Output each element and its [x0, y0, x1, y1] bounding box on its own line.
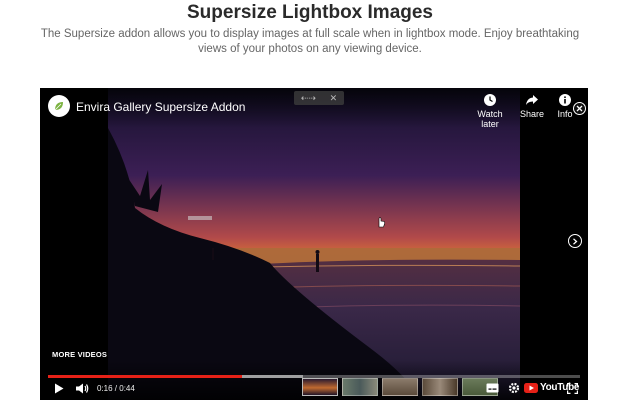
video-player[interactable]: Envira Gallery Supersize Addon ⇠⇢ ✕ Watc…	[40, 88, 588, 400]
nav-arrows-icon[interactable]: ⇠⇢	[301, 93, 316, 104]
fullscreen-icon[interactable]	[567, 383, 578, 394]
thumbnail-item[interactable]	[302, 378, 338, 396]
leaf-icon	[54, 102, 63, 111]
thumbnail-item[interactable]	[422, 378, 458, 396]
thumbnail-item[interactable]	[342, 378, 378, 396]
lightbox-nav[interactable]: ⇠⇢ ✕	[294, 91, 344, 105]
gear-icon[interactable]	[508, 382, 520, 394]
channel-logo[interactable]	[48, 95, 70, 117]
play-icon[interactable]	[54, 383, 64, 394]
youtube-play-icon	[524, 382, 538, 393]
progress-played	[48, 375, 242, 378]
video-title[interactable]: Envira Gallery Supersize Addon	[76, 100, 245, 114]
share-icon	[526, 95, 538, 105]
next-image-button[interactable]	[568, 234, 582, 248]
more-videos-label[interactable]: MORE VIDEOS	[52, 350, 107, 359]
volume-icon[interactable]	[76, 383, 89, 394]
chevron-right-icon	[573, 237, 578, 245]
nav-close-icon[interactable]: ✕	[330, 93, 338, 104]
watch-later-label: Watch later	[477, 109, 503, 129]
close-icon	[576, 105, 583, 112]
lightbox-close-button[interactable]	[573, 102, 586, 115]
info-icon	[559, 94, 571, 106]
thumbnail-item[interactable]	[382, 378, 418, 396]
time-display: 0:16 / 0:44	[97, 384, 135, 393]
video-frame-sunset[interactable]	[40, 88, 588, 400]
clock-icon	[484, 94, 496, 106]
watch-later-button[interactable]: Watch later	[470, 94, 510, 129]
thumbnail-strip[interactable]	[302, 378, 502, 396]
hand-cursor-icon	[378, 217, 385, 228]
subtitles-icon[interactable]	[486, 383, 499, 393]
page-title: Supersize Lightbox Images	[187, 2, 433, 23]
share-label: Share	[519, 109, 545, 119]
info-label: Info	[557, 109, 573, 119]
page-subtitle: The Supersize addon allows you to displa…	[40, 28, 580, 55]
